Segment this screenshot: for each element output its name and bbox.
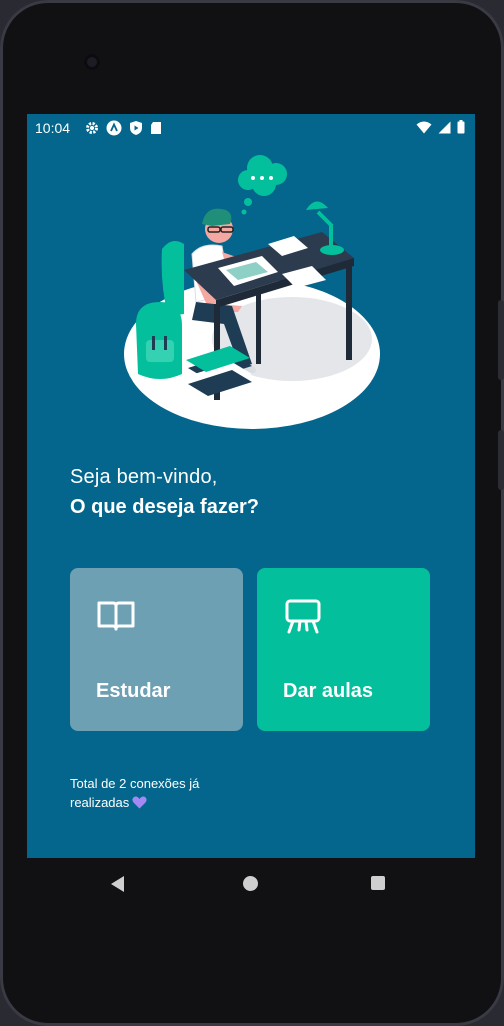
status-time: 10:04	[35, 120, 71, 136]
sd-card-icon	[151, 122, 161, 134]
status-bar: 10:04	[27, 114, 475, 142]
signal-icon	[438, 121, 451, 133]
student-illustration	[124, 155, 380, 429]
greeting: Seja bem-vindo, O que deseja fazer?	[70, 462, 259, 522]
connections-count: Total de 2 conexões já realizadas	[70, 774, 270, 812]
thought-cloud-icon	[238, 155, 287, 215]
study-button[interactable]: Estudar	[70, 568, 243, 731]
wifi-icon	[416, 121, 432, 133]
battery-icon	[457, 120, 465, 134]
gear-icon	[86, 122, 98, 134]
greeting-question: O que deseja fazer?	[70, 496, 259, 518]
teach-button[interactable]: Dar aulas	[257, 568, 430, 731]
presentation-board-icon	[285, 599, 321, 634]
connections-line1: Total de 2 conexões já	[70, 776, 200, 791]
shield-play-icon	[130, 121, 142, 135]
home-icon[interactable]	[243, 876, 258, 891]
heart-icon	[132, 796, 147, 809]
android-a-icon	[106, 120, 122, 136]
power-button	[498, 300, 504, 380]
book-open-icon	[97, 601, 135, 631]
system-nav-bar	[27, 858, 475, 910]
status-left-icons	[85, 120, 162, 136]
device-frame: 10:04 Seja bem-vindo, O que deseja fazer…	[0, 0, 504, 1026]
volume-button	[498, 430, 504, 490]
greeting-line1: Seja bem-vindo,	[70, 466, 218, 488]
study-label: Estudar	[96, 680, 171, 702]
teach-label: Dar aulas	[283, 680, 374, 702]
status-right-icons	[416, 120, 465, 134]
front-camera	[84, 54, 100, 70]
back-icon[interactable]	[111, 876, 124, 892]
recents-icon[interactable]	[371, 876, 385, 890]
app-screen: 10:04 Seja bem-vindo, O que deseja fazer…	[27, 114, 475, 858]
connections-line2: realizadas	[70, 795, 130, 810]
